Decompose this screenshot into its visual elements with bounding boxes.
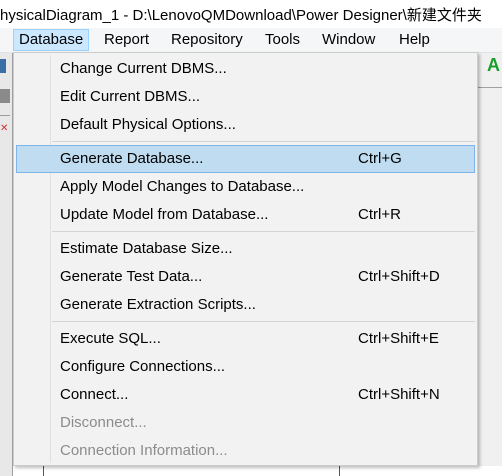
menu-item-disconnect: Disconnect... — [16, 409, 475, 437]
menu-item-apply-model-changes[interactable]: Apply Model Changes to Database... — [16, 173, 475, 201]
menu-separator — [52, 231, 475, 232]
menu-item-label: Update Model from Database... — [60, 206, 269, 223]
menu-item-connection-information: Connection Information... — [16, 437, 475, 465]
menu-item-label: Configure Connections... — [60, 358, 226, 375]
menu-item-edit-current-dbms[interactable]: Edit Current DBMS... — [16, 83, 475, 111]
close-icon[interactable]: ✕ — [0, 124, 8, 134]
menu-item-label: Connect... — [60, 386, 129, 403]
diagram-line — [339, 466, 340, 476]
menu-item-label: Edit Current DBMS... — [60, 88, 201, 105]
menu-database[interactable]: Database — [13, 29, 90, 51]
menu-item-label: Generate Database... — [60, 150, 204, 167]
menu-item-label: Execute SQL... — [60, 330, 161, 347]
menu-item-estimate-database-size[interactable]: Estimate Database Size... — [16, 235, 475, 263]
toolbar-icon[interactable] — [0, 59, 6, 73]
menu-item-generate-extraction-scripts[interactable]: Generate Extraction Scripts... — [16, 291, 475, 319]
menu-bar: Database Report Repository Tools Window … — [0, 28, 502, 53]
divider — [0, 115, 10, 116]
database-menu-dropdown: Change Current DBMS... Edit Current DBMS… — [13, 52, 478, 466]
text-tool-icon[interactable]: A — [487, 55, 500, 76]
menu-item-generate-test-data[interactable]: Generate Test Data... Ctrl+Shift+D — [16, 263, 475, 291]
menu-item-connect[interactable]: Connect... Ctrl+Shift+N — [16, 381, 475, 409]
menu-item-label: Default Physical Options... — [60, 116, 236, 133]
menu-item-shortcut: Ctrl+R — [358, 206, 401, 223]
menu-item-shortcut: Ctrl+Shift+D — [358, 268, 440, 285]
menu-item-label: Generate Test Data... — [60, 268, 203, 285]
menu-report[interactable]: Report — [99, 29, 154, 51]
menu-window[interactable]: Window — [317, 29, 380, 51]
menu-item-label: Change Current DBMS... — [60, 60, 227, 77]
menu-help[interactable]: Help — [394, 29, 435, 51]
diagram-line — [43, 466, 44, 476]
menu-item-label: Generate Extraction Scripts... — [60, 296, 256, 313]
menu-separator — [52, 141, 475, 142]
diagram-canvas[interactable] — [13, 466, 502, 476]
menu-item-default-physical-options[interactable]: Default Physical Options... — [16, 111, 475, 139]
menu-tools[interactable]: Tools — [260, 29, 305, 51]
left-toolbar-strip: ✕ — [0, 53, 13, 476]
divider — [478, 87, 502, 88]
menu-item-shortcut: Ctrl+Shift+N — [358, 386, 440, 403]
right-toolbar-area: A — [478, 53, 502, 476]
menu-item-shortcut: Ctrl+G — [358, 150, 402, 167]
menu-item-label: Connection Information... — [60, 442, 228, 459]
menu-item-label: Disconnect... — [60, 414, 147, 431]
menu-item-change-current-dbms[interactable]: Change Current DBMS... — [16, 55, 475, 83]
menu-separator — [52, 321, 475, 322]
menu-item-update-model-from-database[interactable]: Update Model from Database... Ctrl+R — [16, 201, 475, 229]
title-bar: hysicalDiagram_1 - D:\LenovoQMDownload\P… — [0, 0, 502, 28]
menu-item-configure-connections[interactable]: Configure Connections... — [16, 353, 475, 381]
menu-item-label: Estimate Database Size... — [60, 240, 233, 257]
menu-item-execute-sql[interactable]: Execute SQL... Ctrl+Shift+E — [16, 325, 475, 353]
toolbar-icon[interactable] — [0, 89, 10, 103]
menu-repository[interactable]: Repository — [166, 29, 248, 51]
window-title: hysicalDiagram_1 - D:\LenovoQMDownload\P… — [0, 7, 482, 24]
menu-item-generate-database[interactable]: Generate Database... Ctrl+G — [16, 145, 475, 173]
menu-item-label: Apply Model Changes to Database... — [60, 178, 305, 195]
menu-item-shortcut: Ctrl+Shift+E — [358, 330, 439, 347]
